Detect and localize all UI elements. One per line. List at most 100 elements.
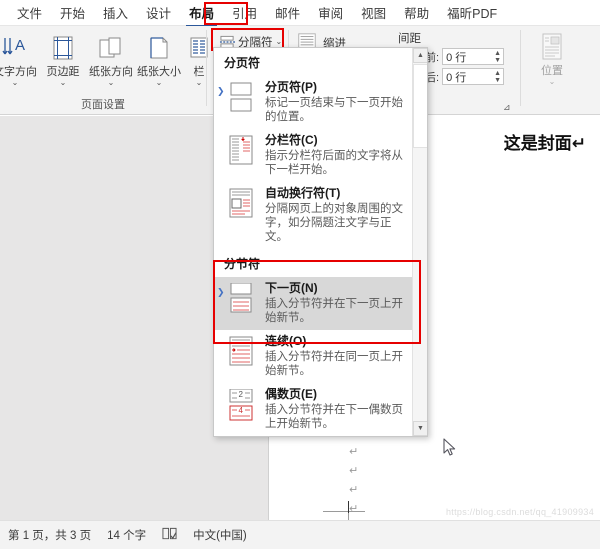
menu-item-page-break[interactable]: ❯ 分页符(P) 标记一页结束与下一页开始的位置。: [214, 76, 414, 129]
columns-label: 栏: [194, 66, 205, 78]
page-break-text: 分页符(P) 标记一页结束与下一页开始的位置。: [265, 80, 406, 124]
column-break-title: 分栏符(C): [265, 133, 406, 148]
watermark-text: https://blog.csdn.net/qq_41909934: [446, 507, 594, 517]
svg-text:2: 2: [239, 390, 244, 399]
table-gridline-horizontal: [323, 511, 365, 512]
tab-insert[interactable]: 插入: [94, 0, 137, 25]
stepper-arrows-icon[interactable]: ▲▼: [494, 69, 501, 84]
next-page-section-icon: [226, 281, 256, 313]
menu-item-even-page[interactable]: 2 4 偶数页(E) 插入分节符并在下一偶数页上开始新节。: [214, 383, 414, 436]
chevron-down-icon[interactable]: ⌄: [60, 79, 67, 87]
text-direction-button[interactable]: A 文字方向 ⌄: [0, 28, 39, 87]
mouse-cursor: [443, 438, 457, 461]
orientation-button[interactable]: 纸张方向 ⌄: [87, 28, 135, 87]
text-wrapping-desc: 分隔网页上的对象周围的文字，如分隔题注文字与正文。: [265, 202, 406, 244]
text-direction-label: 文字方向: [0, 66, 37, 78]
even-page-desc: 插入分节符并在下一偶数页上开始新节。: [265, 403, 406, 431]
margins-label: 页边距: [47, 66, 80, 78]
word-count-status[interactable]: 14 个字: [107, 527, 146, 543]
margins-button[interactable]: 页边距 ⌄: [39, 28, 87, 87]
paper-size-icon: [145, 31, 173, 65]
tab-help[interactable]: 帮助: [395, 0, 438, 25]
position-button[interactable]: 位置 ⌄: [528, 26, 576, 86]
next-page-title: 下一页(N): [265, 281, 406, 296]
menu-item-column-break[interactable]: 分栏符(C) 指示分栏符后面的文字将从下一栏开始。: [214, 129, 414, 182]
even-page-title: 偶数页(E): [265, 387, 406, 402]
chevron-down-icon[interactable]: ⌄: [108, 79, 115, 87]
columns-button[interactable]: 栏 ⌄: [183, 28, 215, 87]
spacing-after-value: 0 行: [446, 69, 466, 85]
page-break-title: 分页符(P): [265, 80, 406, 95]
continuous-title: 连续(O): [265, 334, 406, 349]
menu-section-heading-section-breaks: 分节符: [214, 249, 414, 277]
chevron-down-icon[interactable]: ⌄: [549, 78, 556, 86]
tab-review[interactable]: 审阅: [309, 0, 352, 25]
column-break-desc: 指示分栏符后面的文字将从下一栏开始。: [265, 149, 406, 177]
paper-size-button[interactable]: 纸张大小 ⌄: [135, 28, 183, 87]
text-direction-icon: A: [1, 31, 29, 65]
scroll-thumb[interactable]: [413, 64, 428, 148]
tab-view[interactable]: 视图: [352, 0, 395, 25]
column-break-icon: [226, 133, 256, 165]
paragraph-dialog-launcher[interactable]: ⊿: [503, 102, 513, 112]
tab-home[interactable]: 开始: [51, 0, 94, 25]
position-label: 位置: [541, 65, 563, 77]
margins-icon: [49, 31, 77, 65]
column-break-text: 分栏符(C) 指示分栏符后面的文字将从下一栏开始。: [265, 133, 406, 177]
group-separator: [206, 30, 207, 106]
tab-file[interactable]: 文件: [8, 0, 51, 25]
group-separator: [520, 30, 521, 106]
chevron-down-icon[interactable]: ⌄: [276, 38, 283, 46]
orientation-icon: [97, 31, 125, 65]
paragraph-mark: ↵: [349, 500, 358, 519]
chevron-down-icon[interactable]: ⌄: [12, 79, 19, 87]
page-break-desc: 标记一页结束与下一页开始的位置。: [265, 96, 406, 124]
even-page-text: 偶数页(E) 插入分节符并在下一偶数页上开始新节。: [265, 387, 406, 431]
tab-references[interactable]: 引用: [223, 0, 266, 25]
menu-item-continuous[interactable]: 连续(O) 插入分节符并在同一页上开始新节。: [214, 330, 414, 383]
paragraph-marks-column: ↵ ↵ ↵ ↵ ↵ ↵: [349, 424, 358, 520]
scroll-up-icon[interactable]: ▲: [413, 48, 428, 63]
language-status[interactable]: 中文(中国): [193, 527, 247, 543]
page-setup-group-label: 页面设置: [0, 96, 206, 112]
continuous-section-icon: [226, 334, 256, 366]
chevron-down-icon[interactable]: ⌄: [156, 79, 163, 87]
selection-guide-icon: ❯: [217, 86, 225, 97]
text-wrapping-text: 自动换行符(T) 分隔网页上的对象周围的文字，如分隔题注文字与正文。: [265, 186, 406, 244]
menu-item-text-wrapping[interactable]: 自动换行符(T) 分隔网页上的对象周围的文字，如分隔题注文字与正文。: [214, 182, 414, 249]
spacing-label: 间距: [398, 30, 421, 46]
tab-foxit-pdf[interactable]: 福昕PDF: [438, 0, 506, 25]
paper-size-label: 纸张大小: [137, 66, 181, 78]
paragraph-mark: ↵: [349, 443, 358, 462]
breaks-menu-content: 分页符 ❯ 分页符(P) 标记一页结束与下一页开始的位置。: [214, 48, 414, 436]
proofing-icon[interactable]: [162, 527, 177, 544]
spacing-after-input[interactable]: 0 行 ▲▼: [442, 68, 504, 85]
chevron-down-icon[interactable]: ⌄: [196, 79, 203, 87]
tab-layout[interactable]: 布局: [180, 0, 223, 25]
tab-mailings[interactable]: 邮件: [266, 0, 309, 25]
paragraph-mark: ↵: [349, 462, 358, 481]
status-bar: 第 1 页，共 3 页 14 个字 中文(中国): [0, 520, 600, 549]
menu-scrollbar[interactable]: ▲ ▼: [412, 48, 427, 436]
spacing-before-input[interactable]: 0 行 ▲▼: [442, 48, 504, 65]
text-cursor: [348, 501, 349, 513]
svg-text:4: 4: [239, 406, 244, 415]
tab-design[interactable]: 设计: [137, 0, 180, 25]
ribbon-tab-bar: 文件 开始 插入 设计 布局 引用 邮件 审阅 视图 帮助 福昕PDF: [0, 0, 600, 26]
even-page-section-icon: 2 4: [226, 387, 256, 419]
continuous-text: 连续(O) 插入分节符并在同一页上开始新节。: [265, 334, 406, 378]
paragraph-mark: ↵: [349, 481, 358, 500]
breaks-dropdown-menu[interactable]: 分页符 ❯ 分页符(P) 标记一页结束与下一页开始的位置。: [213, 47, 428, 437]
position-icon: [539, 30, 565, 64]
ribbon-group-page-setup: A 文字方向 ⌄ 页边距 ⌄: [0, 26, 206, 114]
next-page-text: 下一页(N) 插入分节符并在下一页上开始新节。: [265, 281, 406, 325]
orientation-label: 纸张方向: [89, 66, 133, 78]
menu-item-next-page[interactable]: ❯ 下一页(N) 插入分节符并在下一页上开始新节。: [214, 277, 414, 330]
text-wrapping-icon: [226, 186, 256, 218]
page-count-status[interactable]: 第 1 页，共 3 页: [8, 527, 91, 543]
stepper-arrows-icon[interactable]: ▲▼: [494, 49, 501, 64]
page-break-icon: [226, 80, 256, 112]
next-page-desc: 插入分节符并在下一页上开始新节。: [265, 297, 406, 325]
scroll-down-icon[interactable]: ▼: [413, 421, 428, 436]
ribbon-group-arrange: 位置 ⌄: [524, 26, 580, 114]
